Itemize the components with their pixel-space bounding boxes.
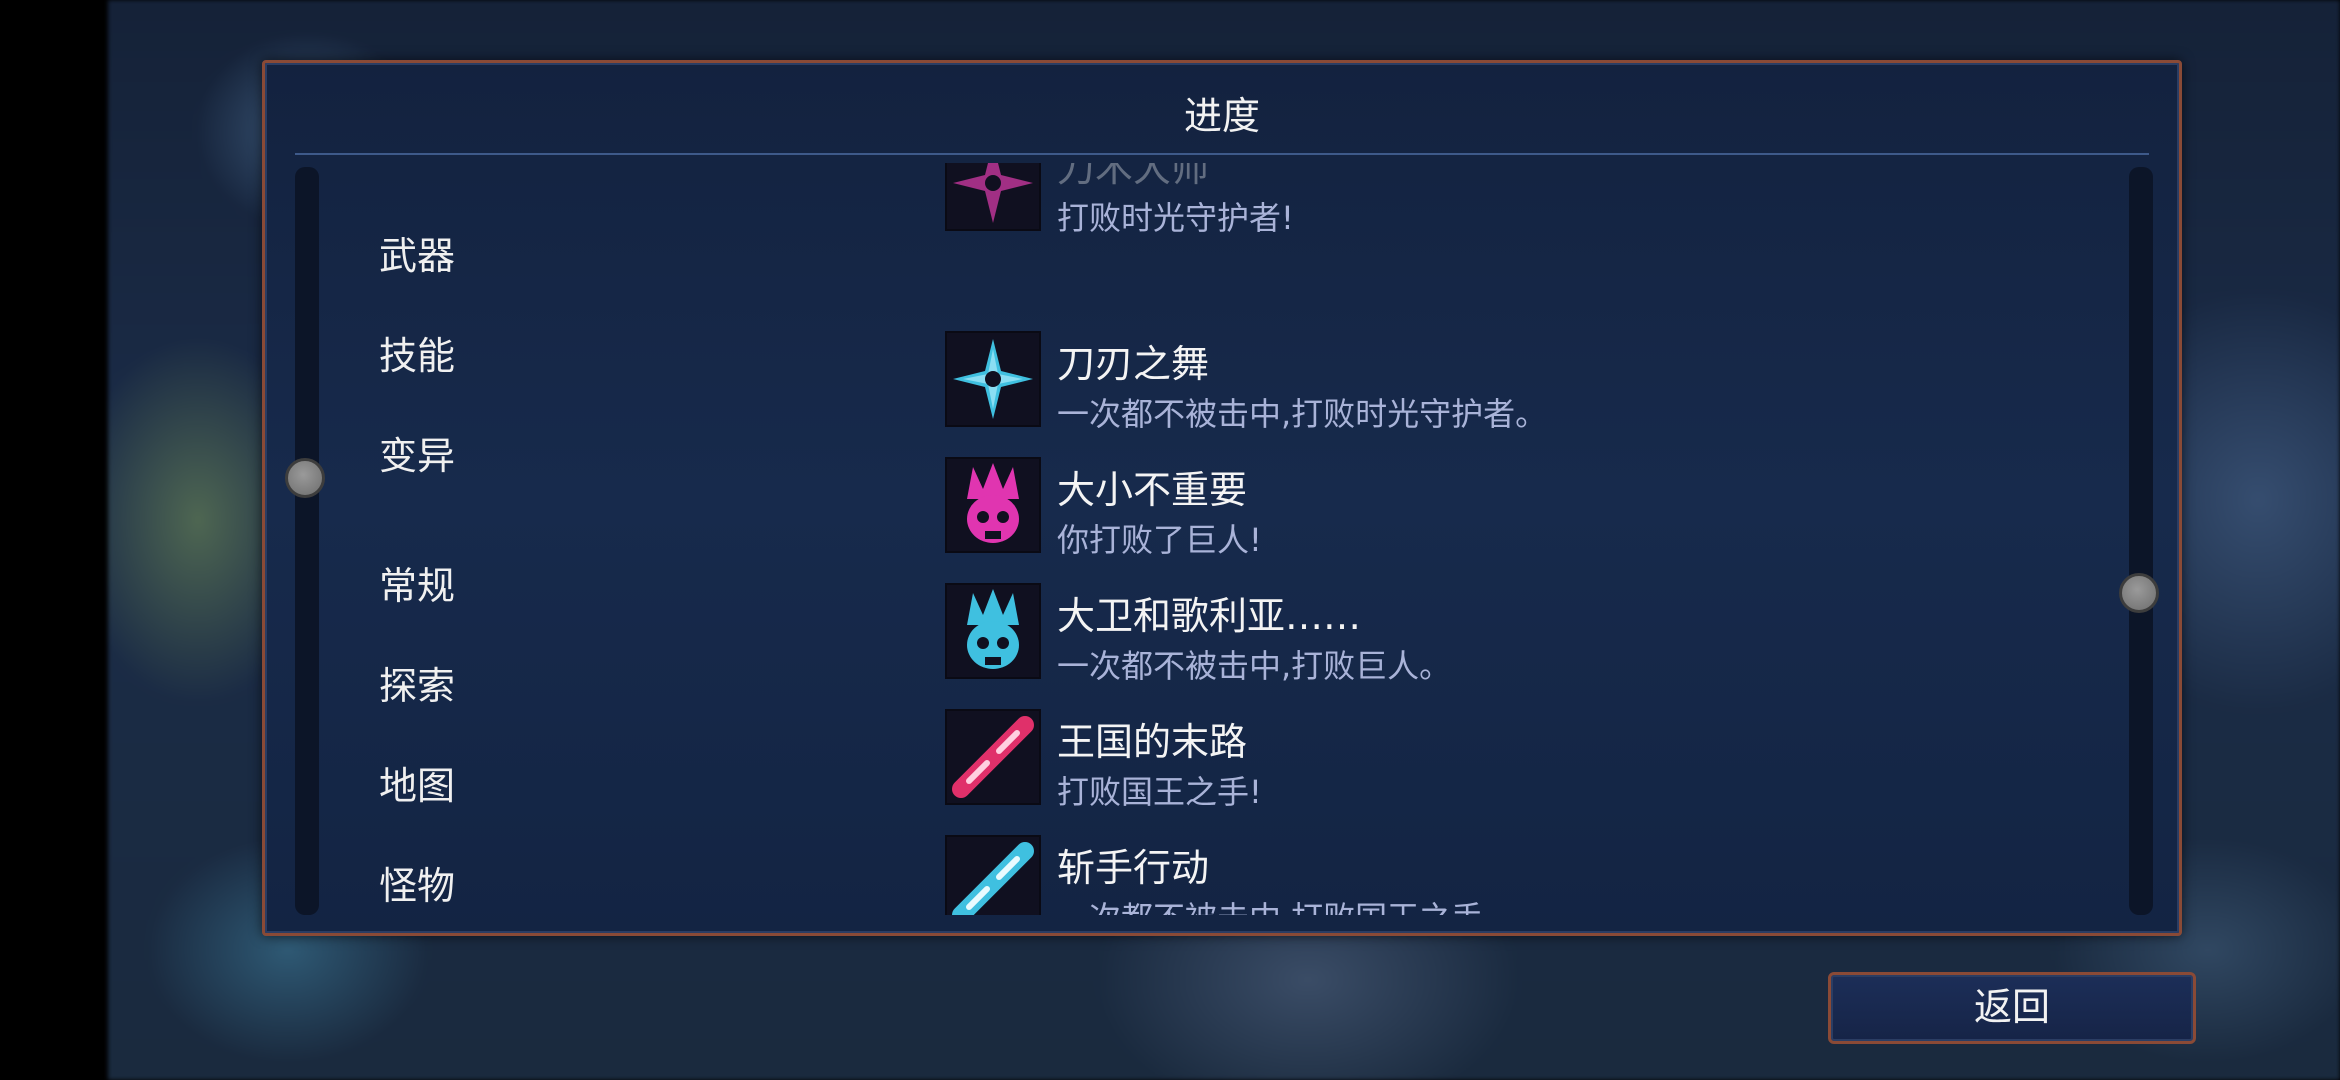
- game-screen: 进度 武器 技能 变异 常规 探索 地图 怪物 死亡 刀术大师: [0, 0, 2340, 1080]
- blade-icon: [945, 709, 1041, 805]
- achievement-list: 刀术大师 打败时光守护者! 刀刃之舞 一次都不被击中,打败时光守护者。 大小不重…: [945, 163, 2115, 915]
- achievement-scrollbar-thumb[interactable]: [2119, 573, 2159, 613]
- category-list: 武器 技能 变异 常规 探索 地图 怪物 死亡: [325, 163, 625, 915]
- achievement-item: 大小不重要 你打败了巨人!: [945, 457, 2115, 567]
- achievement-title: 大小不重要: [1057, 468, 1248, 512]
- achievement-item: 斩手行动 一次都不被击中,打败国王之手。: [945, 835, 2115, 915]
- skull-crown-icon: [945, 457, 1041, 553]
- achievement-description: 一次都不被击中,打败巨人。: [1057, 647, 1452, 685]
- achievement-title: 王国的末路: [1057, 720, 1248, 764]
- achievement-item: 大卫和歌利亚…… 一次都不被击中,打败巨人。: [945, 583, 2115, 693]
- achievement-item: 刀术大师 打败时光守护者!: [945, 163, 2115, 245]
- achievement-description: 打败国王之手!: [1057, 773, 1262, 811]
- panel-title: 进度: [1183, 94, 1260, 138]
- back-button[interactable]: 返回: [1828, 972, 2196, 1044]
- achievement-description: 你打败了巨人!: [1057, 521, 1262, 559]
- achievement-description: 一次都不被击中,打败国王之手。: [1057, 893, 1515, 915]
- category-skills[interactable]: 技能: [379, 325, 455, 380]
- skull-crown-icon: [945, 583, 1041, 679]
- achievement-item: 王国的末路 打败国王之手!: [945, 709, 2115, 819]
- progress-panel: 进度 武器 技能 变异 常规 探索 地图 怪物 死亡 刀术大师: [262, 60, 2182, 936]
- category-exploration[interactable]: 探索: [379, 655, 455, 710]
- achievement-title: 大卫和歌利亚……: [1057, 594, 1362, 638]
- category-general[interactable]: 常规: [379, 555, 455, 610]
- blade-icon: [945, 835, 1041, 915]
- category-map[interactable]: 地图: [379, 755, 455, 810]
- achievement-description: 一次都不被击中,打败时光守护者。: [1057, 395, 1548, 433]
- category-scrollbar-track[interactable]: [295, 167, 319, 915]
- category-mutations[interactable]: 变异: [379, 425, 455, 480]
- achievement-title: 斩手行动: [1057, 846, 1210, 890]
- shuriken-icon: [945, 331, 1041, 427]
- achievement-title: 刀刃之舞: [1057, 342, 1210, 386]
- achievement-title: 刀术大师: [1057, 163, 1210, 190]
- title-divider: [295, 153, 2149, 155]
- category-scrollbar-thumb[interactable]: [285, 458, 325, 498]
- shuriken-icon: [945, 163, 1041, 231]
- achievement-scrollbar-track[interactable]: [2129, 167, 2153, 915]
- category-monsters[interactable]: 怪物: [379, 855, 455, 910]
- category-weapons[interactable]: 武器: [379, 225, 455, 280]
- achievement-description: 打败时光守护者!: [1057, 199, 1294, 237]
- achievement-item: 刀刃之舞 一次都不被击中,打败时光守护者。: [945, 331, 2115, 441]
